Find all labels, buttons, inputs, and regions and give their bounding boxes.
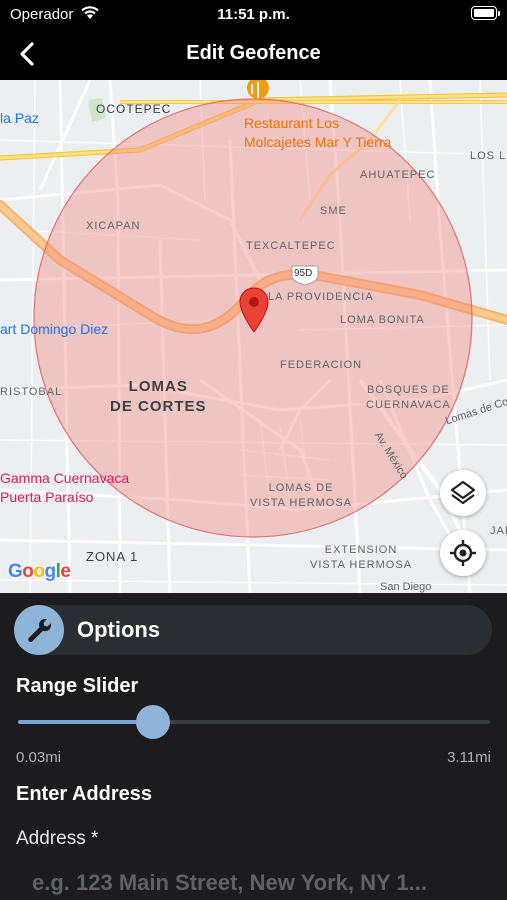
map-label-bosques: BOSQUES DE CUERNAVACA <box>366 384 451 411</box>
range-slider-fill <box>18 720 153 724</box>
wrench-icon <box>14 605 64 655</box>
map-label-lomas-vista-hermosa: LOMAS DE VISTA HERMOSA <box>250 482 353 509</box>
clock: 11:51 p.m. <box>217 6 290 23</box>
map-label-cristobal: RISTOBAL <box>0 386 63 398</box>
location-marker-icon[interactable] <box>239 287 269 333</box>
map-label-sme: SME <box>320 205 347 217</box>
enter-address-heading: Enter Address <box>16 783 152 805</box>
map-label-xicapan: XICAPAN <box>86 220 141 232</box>
map-label-ahuatepec: AHUATEPEC <box>360 169 436 181</box>
map-label-lomas-de-cortes: LOMAS DE CORTES <box>110 378 207 415</box>
range-slider-heading: Range Slider <box>16 675 139 697</box>
map-label-los: LOS L <box>470 150 507 162</box>
navigation-bar: Edit Geofence <box>0 30 507 80</box>
map-label-san-diego: San Diego <box>380 581 432 593</box>
address-input[interactable] <box>16 863 491 900</box>
map-label-la-providencia: LA PROVIDENCIA <box>268 291 374 303</box>
range-max-label: 3.11mi <box>447 749 491 766</box>
map-label-gamma: Gamma Cuernavaca Puerta Paraíso <box>0 470 130 505</box>
route-95d-shield: 95D <box>294 268 313 279</box>
address-field-label: Address * <box>16 828 99 849</box>
map-label-ocotepec: OCOTEPEC <box>96 102 172 116</box>
map-label-restaurant: Restaurant Los Molcajetes Mar Y Tierra <box>244 115 392 150</box>
page-title: Edit Geofence <box>186 42 321 64</box>
range-min-label: 0.03mi <box>16 749 62 766</box>
map-label-jardin: JARDIN <box>490 525 507 537</box>
options-title: Options <box>77 617 161 642</box>
options-panel: Options Range Slider 0.03mi 3.11mi Enter… <box>0 593 507 900</box>
my-location-icon <box>450 540 476 566</box>
map-label-extension: EXTENSION VISTA HERMOSA <box>310 544 413 571</box>
map-label-loma-bonita: LOMA BONITA <box>340 314 425 326</box>
options-header[interactable]: Options <box>14 605 492 655</box>
google-logo: Google <box>8 561 71 582</box>
map-label-la-paz: la Paz <box>0 110 39 126</box>
map-label-texcaltepec: TEXCALTEPEC <box>246 240 336 252</box>
map-label-zona-1: ZONA 1 <box>86 549 139 564</box>
layers-icon <box>450 480 476 505</box>
range-slider[interactable] <box>18 705 490 739</box>
range-slider-thumb[interactable] <box>135 705 170 739</box>
my-location-button[interactable] <box>440 530 486 576</box>
battery-icon <box>471 6 500 20</box>
map-label-domingo-diez: art Domingo Diez <box>0 321 109 337</box>
status-bar: Operador 11:51 p.m. <box>0 0 507 30</box>
map-view[interactable]: OCOTEPEC la Paz Restaurant Los Molcajete… <box>0 80 507 593</box>
map-label-federacion: FEDERACION <box>280 359 363 371</box>
map-layers-button[interactable] <box>440 470 486 516</box>
